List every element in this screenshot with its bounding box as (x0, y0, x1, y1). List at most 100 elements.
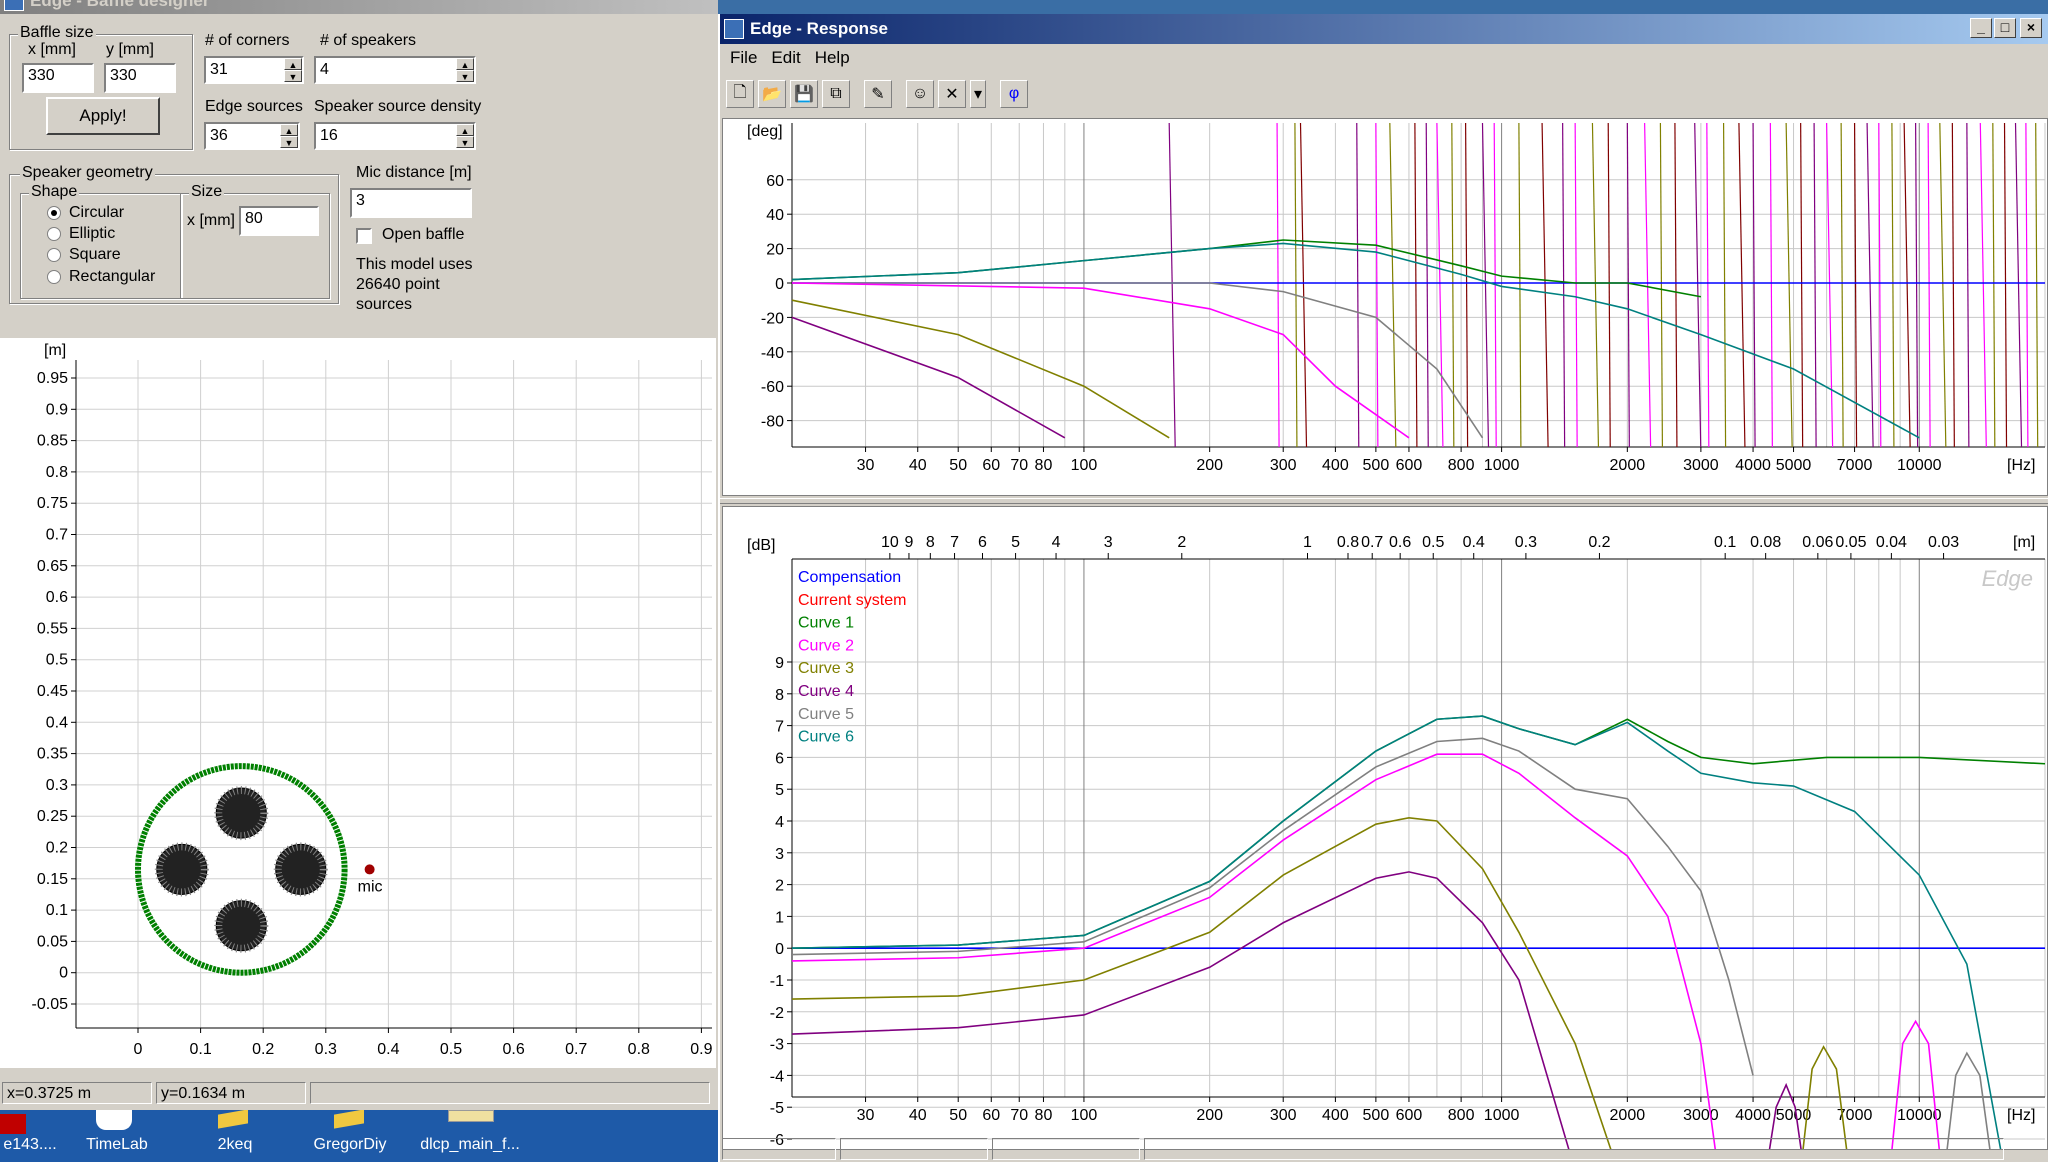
y-tick-label: -1 (770, 973, 784, 990)
radio-circular[interactable] (47, 206, 61, 220)
phase-wrap-line (1800, 122, 1804, 448)
x-tick-label: 400 (1322, 457, 1349, 474)
spin-up-icon[interactable]: ▲ (284, 58, 302, 70)
y-tick-label: 0 (775, 941, 784, 958)
save-icon[interactable]: 💾 (790, 80, 818, 108)
x-tick-label: 800 (1448, 1107, 1475, 1124)
baffle-plot[interactable]: [m] 0.95 0.9 0.85 0.8 0.75 0.7 0.65 0.6 0.55 0.5 0.… (0, 338, 716, 1068)
phase-wrap-line (1813, 122, 1817, 448)
radio-elliptic[interactable] (47, 227, 61, 241)
y-tick-label: 1 (775, 909, 784, 926)
minimize-button[interactable]: _ (1970, 18, 1992, 38)
corners-spin-buttons[interactable]: ▲ ▼ (284, 58, 302, 82)
spl-plot[interactable]: [dB] 9 8 7 6 5 4 3 2 1 0 -1 -2 -3 -4 -5 -6 30 40 50 60 70 80 10… (722, 506, 2048, 1162)
y-tick-label: -3 (770, 1037, 784, 1054)
y-tick-label: -0.05 (32, 996, 69, 1013)
menu-edit[interactable]: Edit (771, 48, 800, 68)
phase-wrap-line (1674, 122, 1678, 448)
y-tick-label: 4 (775, 814, 784, 831)
menu-file[interactable]: File (730, 48, 757, 68)
desktop-item-2keq[interactable]: 2keq (200, 1136, 270, 1154)
baffle-window-titlebar[interactable]: Edge - Baffle designer (0, 0, 718, 14)
phase-wrap-line (1276, 122, 1280, 448)
desktop-item-e143[interactable]: e143.... (0, 1136, 60, 1154)
corners-spinner[interactable]: 31 ▲ ▼ (204, 56, 304, 84)
x-tick-label: 0.5 (440, 1041, 462, 1058)
y-tick-label: 0.75 (37, 495, 68, 512)
phase-wrap-line (1541, 122, 1549, 448)
x-tick-label: 300 (1270, 1107, 1297, 1124)
spin-down-icon[interactable]: ▼ (284, 70, 302, 82)
delete-icon[interactable]: ✕ (938, 80, 966, 108)
response-window-titlebar[interactable]: Edge - Response _ □ × (720, 14, 2048, 44)
top-tick-label: 0.5 (1422, 534, 1444, 551)
menu-help[interactable]: Help (815, 48, 850, 68)
x-tick-label: 1000 (1484, 457, 1520, 474)
x-tick-label: 40 (909, 457, 927, 474)
copy-icon[interactable]: ⧉ (822, 80, 850, 108)
top-tick-label: 1 (1303, 534, 1312, 551)
phase-plot[interactable]: [deg] 60 40 20 0 -20 -40 -60 -80 30 40 50 60 70 80 100 2… (722, 118, 2048, 496)
baffle-plot-svg: [m] 0.95 0.9 0.85 0.8 0.75 0.7 0.65 0.6 0.55 0.5 0.… (32, 342, 713, 1058)
shape-square-label[interactable]: Square (69, 246, 121, 264)
speakers-spin-buttons[interactable]: ▲ ▼ (456, 58, 474, 82)
speaker-4 (215, 900, 267, 952)
y-tick-label: -80 (761, 414, 784, 431)
pencil-icon[interactable]: ✎ (864, 80, 892, 108)
speakers-label: # of speakers (320, 32, 417, 49)
phase-wrap-line (1722, 122, 1727, 448)
size-x-input[interactable]: 80 (239, 206, 319, 236)
desktop-item-timelab[interactable]: TimeLab (82, 1136, 152, 1154)
phase-plot-svg: [deg]6040200-20-40-60-8030 40 50 60 70 80 100 2… (747, 122, 2046, 474)
mic-distance-input[interactable]: 3 (350, 188, 472, 218)
shape-circular-label[interactable]: Circular (69, 204, 124, 222)
spin-up-icon[interactable]: ▲ (456, 58, 474, 70)
size-group: Size x [mm] 80 (180, 183, 330, 299)
spin-down-icon[interactable]: ▼ (456, 70, 474, 82)
top-tick-label: 0.2 (1588, 534, 1610, 551)
status-y: y=0.1634 m (156, 1082, 306, 1104)
shape-elliptic-label[interactable]: Elliptic (69, 225, 115, 243)
speaker-density-spinner[interactable]: 16 ▲ ▼ (314, 122, 476, 150)
person-icon[interactable]: ☺ (906, 80, 934, 108)
open-baffle-label[interactable]: Open baffle (382, 226, 464, 244)
desktop-icon-red[interactable] (0, 1114, 26, 1134)
desktop-item-gregordiy[interactable]: GregorDiy (310, 1136, 390, 1154)
x-tick-label: 200 (1196, 1107, 1223, 1124)
spin-up-icon[interactable]: ▲ (280, 124, 298, 136)
edge-sources-label: Edge sources (205, 98, 303, 115)
radio-rectangular[interactable] (47, 270, 61, 284)
edge-sources-spin-buttons[interactable]: ▲ ▼ (280, 124, 298, 148)
apply-button[interactable]: Apply! (46, 97, 160, 135)
maximize-button[interactable]: □ (1994, 18, 2016, 38)
spin-down-icon[interactable]: ▼ (280, 136, 298, 148)
spin-up-icon[interactable]: ▲ (456, 124, 474, 136)
top-tick-label: 0.05 (1835, 534, 1866, 551)
dropdown-icon[interactable]: ▾ (970, 80, 986, 108)
response-window: Edge - Response _ □ × File Edit Help 🗋 📂… (718, 14, 2048, 1162)
x-tick-label: 4000 (1735, 457, 1771, 474)
radio-square[interactable] (47, 248, 61, 262)
close-button[interactable]: × (2020, 18, 2042, 38)
edge-sources-spinner[interactable]: 36 ▲ ▼ (204, 122, 300, 150)
phase-icon[interactable]: φ (1000, 80, 1028, 108)
open-baffle-checkbox[interactable] (356, 228, 372, 244)
plot-splitter[interactable] (720, 498, 2048, 504)
speaker-density-label: Speaker source density (314, 98, 482, 115)
phase-wrap-line (1966, 122, 1970, 448)
spin-down-icon[interactable]: ▼ (456, 136, 474, 148)
shape-rectangular-label[interactable]: Rectangular (69, 268, 155, 286)
phase-wrap-line (1939, 122, 1947, 448)
speakers-spinner[interactable]: 4 ▲ ▼ (314, 56, 476, 84)
baffle-x-input[interactable]: 330 (22, 63, 94, 93)
phase-wrap-line (1294, 122, 1298, 448)
speaker-density-spin-buttons[interactable]: ▲ ▼ (456, 124, 474, 148)
open-icon[interactable]: 📂 (758, 80, 786, 108)
baffle-y-input[interactable]: 330 (104, 63, 176, 93)
x-tick-label: 2000 (1610, 457, 1646, 474)
new-icon[interactable]: 🗋 (726, 80, 754, 108)
desktop-item-dlcp[interactable]: dlcp_main_f... (410, 1136, 530, 1154)
baffle-x-label: x [mm] (28, 41, 76, 58)
top-tick-label: 0.8 (1337, 534, 1359, 551)
phase-wrap-line (1644, 122, 1652, 448)
